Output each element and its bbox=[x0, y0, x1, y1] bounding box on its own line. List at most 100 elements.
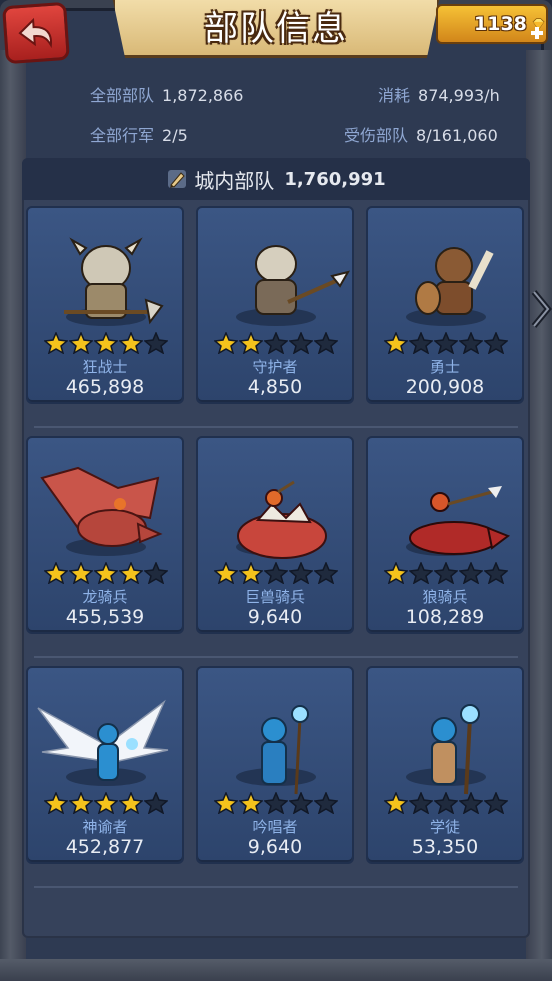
star-filled-icon bbox=[44, 562, 68, 584]
unit-name: 巨兽骑兵 bbox=[244, 588, 305, 606]
unit-star-rating bbox=[214, 792, 338, 814]
star-filled-icon bbox=[69, 332, 93, 354]
star-empty-icon bbox=[289, 792, 313, 814]
side-expand-icon[interactable] bbox=[530, 286, 552, 332]
unit-card[interactable]: 学徒 53,350 bbox=[366, 666, 524, 864]
stat-marching-value: 2/5 bbox=[162, 126, 188, 145]
star-empty-icon bbox=[409, 562, 433, 584]
star-empty-icon bbox=[484, 792, 508, 814]
rock-border-bottom bbox=[0, 959, 552, 981]
stat-total-troops-value: 1,872,866 bbox=[162, 86, 244, 105]
unit-star-rating bbox=[214, 562, 338, 584]
unit-star-rating bbox=[384, 332, 508, 354]
unit-name: 学徒 bbox=[429, 818, 460, 836]
unit-card[interactable]: 龙骑兵 455,539 bbox=[26, 436, 184, 634]
stat-marching: 全部行军 2/5 bbox=[90, 122, 188, 146]
unit-count: 465,898 bbox=[65, 376, 145, 398]
unit-name: 狼骑兵 bbox=[422, 588, 468, 606]
unit-guardian-portrait bbox=[255, 245, 351, 315]
unit-wolf-portrait bbox=[409, 486, 511, 555]
star-empty-icon bbox=[434, 792, 458, 814]
star-empty-icon bbox=[409, 792, 433, 814]
star-filled-icon bbox=[384, 792, 408, 814]
star-filled-icon bbox=[44, 332, 68, 354]
unit-name: 勇士 bbox=[429, 358, 460, 376]
star-filled-icon bbox=[239, 332, 263, 354]
star-filled-icon bbox=[384, 332, 408, 354]
unit-count: 200,908 bbox=[405, 376, 485, 398]
star-empty-icon bbox=[289, 562, 313, 584]
star-empty-icon bbox=[144, 792, 168, 814]
unit-name: 守护者 bbox=[252, 358, 298, 376]
star-empty-icon bbox=[289, 332, 313, 354]
stat-wounded-value: 8/161,060 bbox=[416, 126, 498, 145]
star-empty-icon bbox=[314, 792, 338, 814]
unit-star-rating bbox=[384, 562, 508, 584]
stat-total-troops: 全部部队 1,872,866 bbox=[90, 82, 243, 106]
gem-count: 1138 bbox=[474, 13, 527, 35]
page-title: 部队信息 bbox=[204, 9, 348, 49]
star-empty-icon bbox=[459, 792, 483, 814]
unit-card[interactable]: 守护者 4,850 bbox=[196, 206, 354, 404]
star-empty-icon bbox=[144, 562, 168, 584]
unit-count: 4,850 bbox=[247, 376, 303, 398]
stat-consumption-label: 消耗 bbox=[378, 86, 411, 105]
star-empty-icon bbox=[314, 562, 338, 584]
star-empty-icon bbox=[459, 332, 483, 354]
star-filled-icon bbox=[214, 562, 238, 584]
unit-berserker-portrait bbox=[64, 237, 164, 325]
unit-count: 452,877 bbox=[65, 836, 145, 858]
panel-count: 1,760,991 bbox=[284, 168, 386, 190]
unit-card[interactable]: 神谕者 452,877 bbox=[26, 666, 184, 864]
star-empty-icon bbox=[434, 332, 458, 354]
star-filled-icon bbox=[44, 792, 68, 814]
unit-chanter-portrait bbox=[261, 705, 309, 795]
unit-star-rating bbox=[44, 792, 168, 814]
stat-wounded-label: 受伤部队 bbox=[344, 126, 409, 145]
unit-card[interactable]: 狂战士 465,898 bbox=[26, 206, 184, 404]
back-button[interactable] bbox=[2, 1, 70, 65]
star-filled-icon bbox=[214, 792, 238, 814]
title-banner: 部队信息 bbox=[112, 0, 440, 58]
unit-star-rating bbox=[214, 332, 338, 354]
unit-count: 53,350 bbox=[411, 836, 479, 858]
star-empty-icon bbox=[484, 562, 508, 584]
star-filled-icon bbox=[94, 332, 118, 354]
star-filled-icon bbox=[69, 792, 93, 814]
unit-apprentice-portrait bbox=[431, 704, 480, 795]
star-filled-icon bbox=[94, 792, 118, 814]
star-empty-icon bbox=[434, 562, 458, 584]
stat-marching-label: 全部行军 bbox=[90, 126, 155, 145]
star-filled-icon bbox=[119, 562, 143, 584]
unit-star-rating bbox=[384, 792, 508, 814]
stat-consumption-value: 874,993/h bbox=[418, 86, 500, 105]
row-divider bbox=[34, 656, 518, 658]
unit-card[interactable]: 吟唱者 9,640 bbox=[196, 666, 354, 864]
unit-card[interactable]: 勇士 200,908 bbox=[366, 206, 524, 404]
star-empty-icon bbox=[484, 332, 508, 354]
unit-warrior-portrait bbox=[415, 247, 494, 315]
star-filled-icon bbox=[239, 562, 263, 584]
unit-card[interactable]: 狼骑兵 108,289 bbox=[366, 436, 524, 634]
stat-wounded: 受伤部队 8/161,060 bbox=[344, 122, 498, 146]
unit-card[interactable]: 巨兽骑兵 9,640 bbox=[196, 436, 354, 634]
star-empty-icon bbox=[144, 332, 168, 354]
unit-name: 神谕者 bbox=[82, 818, 128, 836]
star-filled-icon bbox=[94, 562, 118, 584]
stat-total-troops-label: 全部部队 bbox=[90, 86, 155, 105]
unit-star-rating bbox=[44, 562, 168, 584]
unit-name: 吟唱者 bbox=[252, 818, 298, 836]
gem-counter[interactable]: 1138 bbox=[436, 4, 548, 44]
sword-pencil-icon bbox=[168, 170, 187, 188]
unit-star-rating bbox=[44, 332, 168, 354]
back-arrow-icon bbox=[18, 17, 52, 49]
row-divider bbox=[34, 886, 518, 888]
star-filled-icon bbox=[384, 562, 408, 584]
star-filled-icon bbox=[239, 792, 263, 814]
plus-icon bbox=[531, 27, 543, 39]
star-filled-icon bbox=[69, 562, 93, 584]
star-empty-icon bbox=[264, 332, 288, 354]
panel-header: 城内部队 1,760,991 bbox=[22, 158, 530, 200]
panel-title: 城内部队 bbox=[194, 168, 275, 193]
star-empty-icon bbox=[314, 332, 338, 354]
